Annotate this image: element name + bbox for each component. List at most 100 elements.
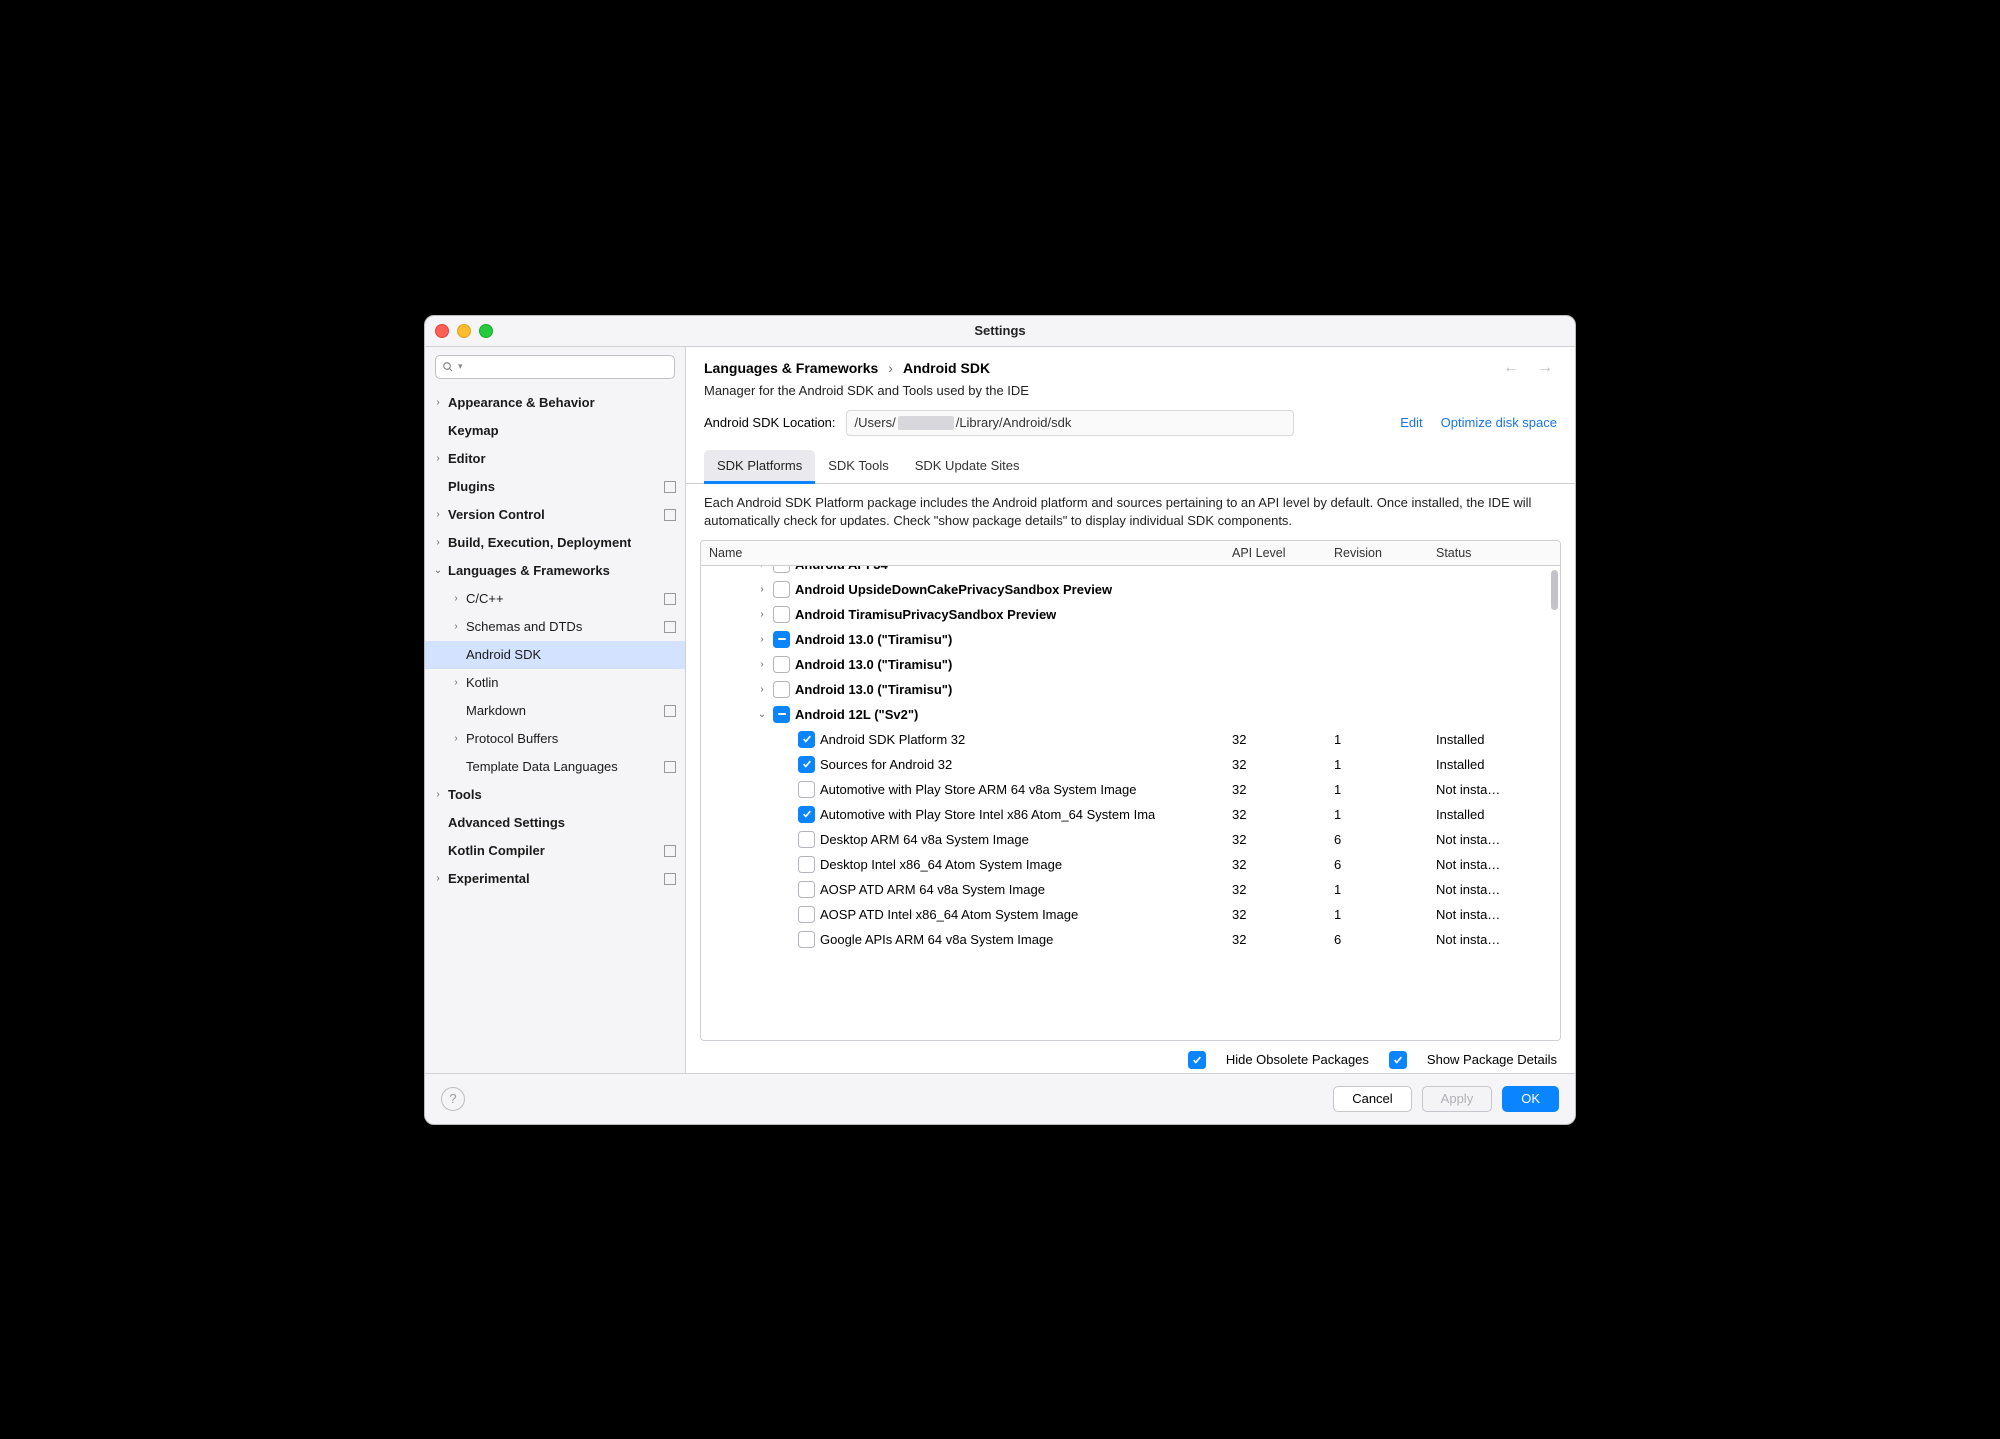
chevron-right-icon[interactable]: › (756, 659, 768, 670)
search-input-wrapper[interactable]: ▾ (435, 355, 675, 379)
chevron-right-icon[interactable]: › (449, 733, 463, 744)
table-row[interactable]: ›Android UpsideDownCakePrivacySandbox Pr… (701, 577, 1560, 602)
sidebar-item[interactable]: Kotlin Compiler (425, 837, 685, 865)
row-label: Android TiramisuPrivacySandbox Preview (795, 607, 1056, 622)
sidebar-item[interactable]: ›Schemas and DTDs (425, 613, 685, 641)
nav-forward-icon[interactable]: → (1533, 359, 1557, 377)
chevron-right-icon[interactable]: › (449, 677, 463, 688)
cancel-button[interactable]: Cancel (1333, 1086, 1411, 1112)
chevron-right-icon[interactable]: › (449, 621, 463, 632)
hide-obsolete-checkbox[interactable] (1188, 1051, 1206, 1069)
row-checkbox[interactable] (773, 631, 790, 648)
chevron-right-icon[interactable]: › (431, 537, 445, 548)
table-body[interactable]: ›Android API 34›Android UpsideDownCakePr… (701, 566, 1560, 1040)
row-checkbox[interactable] (798, 856, 815, 873)
chevron-down-icon[interactable]: ⌄ (431, 565, 445, 576)
row-checkbox[interactable] (798, 906, 815, 923)
sidebar-item[interactable]: Markdown (425, 697, 685, 725)
table-row[interactable]: ›Android 13.0 ("Tiramisu") (701, 652, 1560, 677)
sidebar-item[interactable]: ⌄Languages & Frameworks (425, 557, 685, 585)
show-details-checkbox[interactable] (1389, 1051, 1407, 1069)
col-api-level[interactable]: API Level (1224, 541, 1326, 565)
chevron-right-icon[interactable]: › (431, 509, 445, 520)
row-checkbox[interactable] (798, 781, 815, 798)
sidebar-item[interactable]: Template Data Languages (425, 753, 685, 781)
scope-indicator-icon (664, 873, 676, 885)
sidebar-item[interactable]: ›Protocol Buffers (425, 725, 685, 753)
sidebar-item-label: Protocol Buffers (466, 731, 558, 746)
row-checkbox[interactable] (798, 806, 815, 823)
scrollbar-thumb[interactable] (1551, 570, 1558, 610)
tab-sdk-update-sites[interactable]: SDK Update Sites (902, 450, 1033, 483)
sidebar-item[interactable]: ›Tools (425, 781, 685, 809)
col-name[interactable]: Name (701, 541, 1224, 565)
edit-link[interactable]: Edit (1400, 415, 1422, 430)
chevron-right-icon[interactable]: › (756, 609, 768, 620)
sidebar-item[interactable]: Android SDK (425, 641, 685, 669)
sidebar-item[interactable]: ›C/C++ (425, 585, 685, 613)
col-status[interactable]: Status (1428, 541, 1560, 565)
row-checkbox[interactable] (773, 706, 790, 723)
row-checkbox[interactable] (798, 881, 815, 898)
row-checkbox[interactable] (798, 831, 815, 848)
sidebar-item[interactable]: ›Version Control (425, 501, 685, 529)
row-checkbox[interactable] (773, 681, 790, 698)
table-row[interactable]: AOSP ATD ARM 64 v8a System Image321Not i… (701, 877, 1560, 902)
row-label: Android 12L ("Sv2") (795, 707, 918, 722)
row-checkbox[interactable] (773, 581, 790, 598)
table-row[interactable]: ⌄ Android 12L ("Sv2") (701, 702, 1560, 727)
table-row[interactable]: Desktop ARM 64 v8a System Image326Not in… (701, 827, 1560, 852)
chevron-right-icon[interactable]: › (449, 593, 463, 604)
table-row[interactable]: AOSP ATD Intel x86_64 Atom System Image3… (701, 902, 1560, 927)
sidebar-item-label: Build, Execution, Deployment (448, 535, 631, 550)
table-row[interactable]: Google APIs ARM 64 v8a System Image326No… (701, 927, 1560, 952)
scope-indicator-icon (664, 621, 676, 633)
sidebar-item[interactable]: Plugins (425, 473, 685, 501)
table-row[interactable]: Automotive with Play Store Intel x86 Ato… (701, 802, 1560, 827)
sdk-location-field[interactable]: /Users/ /Library/Android/sdk (846, 410, 1294, 436)
search-input[interactable] (467, 359, 668, 375)
chevron-right-icon[interactable]: › (756, 684, 768, 695)
chevron-right-icon[interactable]: › (756, 584, 768, 595)
sidebar-item[interactable]: ›Kotlin (425, 669, 685, 697)
nav-back-icon[interactable]: ← (1499, 359, 1523, 377)
table-row[interactable]: ›Android API 34 (701, 566, 1560, 577)
sidebar-item[interactable]: ›Appearance & Behavior (425, 389, 685, 417)
tab-sdk-tools[interactable]: SDK Tools (815, 450, 901, 483)
table-row[interactable]: ›Android 13.0 ("Tiramisu") (701, 677, 1560, 702)
sidebar-item[interactable]: ›Editor (425, 445, 685, 473)
table-row[interactable]: Desktop Intel x86_64 Atom System Image32… (701, 852, 1560, 877)
row-checkbox[interactable] (798, 731, 815, 748)
chevron-right-icon[interactable]: › (431, 453, 445, 464)
chevron-right-icon[interactable]: › (431, 873, 445, 884)
chevron-right-icon[interactable]: › (756, 566, 768, 570)
row-checkbox[interactable] (773, 656, 790, 673)
sidebar-item[interactable]: Advanced Settings (425, 809, 685, 837)
chevron-right-icon[interactable]: › (431, 397, 445, 408)
table-row[interactable]: ›Android 13.0 ("Tiramisu") (701, 627, 1560, 652)
help-button[interactable]: ? (441, 1087, 465, 1111)
ok-button[interactable]: OK (1502, 1086, 1559, 1112)
row-checkbox[interactable] (773, 566, 790, 573)
chevron-right-icon[interactable]: › (431, 789, 445, 800)
sidebar-item[interactable]: ›Build, Execution, Deployment (425, 529, 685, 557)
chevron-right-icon[interactable]: › (756, 634, 768, 645)
breadcrumb-part[interactable]: Languages & Frameworks (704, 360, 878, 376)
chevron-down-icon[interactable]: ⌄ (756, 709, 768, 720)
table-row[interactable]: Automotive with Play Store ARM 64 v8a Sy… (701, 777, 1560, 802)
row-checkbox[interactable] (798, 931, 815, 948)
table-row[interactable]: Sources for Android 32321Installed (701, 752, 1560, 777)
sidebar-item[interactable]: Keymap (425, 417, 685, 445)
row-checkbox[interactable] (798, 756, 815, 773)
apply-button[interactable]: Apply (1422, 1086, 1493, 1112)
row-checkbox[interactable] (773, 606, 790, 623)
row-api-level: 32 (1224, 807, 1326, 822)
table-row[interactable]: › Android TiramisuPrivacySandbox Preview (701, 602, 1560, 627)
sidebar-item[interactable]: ›Experimental (425, 865, 685, 893)
col-revision[interactable]: Revision (1326, 541, 1428, 565)
table-row[interactable]: Android SDK Platform 32321Installed (701, 727, 1560, 752)
scope-indicator-icon (664, 509, 676, 521)
tab-sdk-platforms[interactable]: SDK Platforms (704, 450, 815, 484)
search-filter-dropdown-icon[interactable]: ▾ (458, 361, 463, 372)
optimize-link[interactable]: Optimize disk space (1441, 415, 1557, 430)
